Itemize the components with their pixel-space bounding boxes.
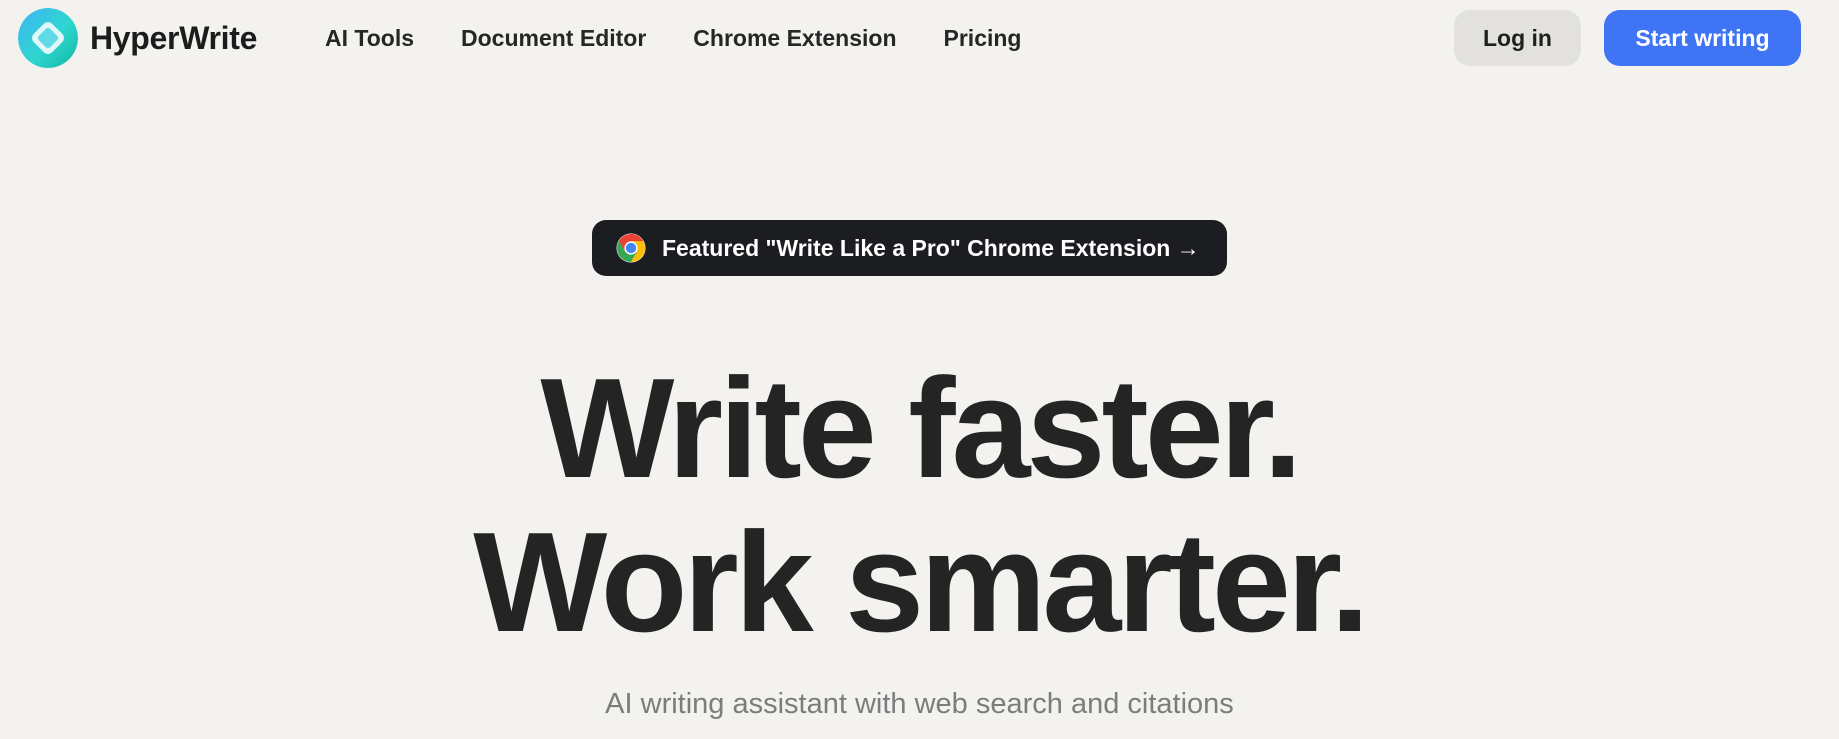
nav-link-pricing[interactable]: Pricing (944, 25, 1022, 52)
top-navigation: HyperWrite AI Tools Document Editor Chro… (0, 0, 1839, 76)
hero-headline: Write faster. Work smarter. (0, 352, 1839, 660)
nav-link-ai-tools[interactable]: AI Tools (325, 25, 414, 52)
start-writing-button[interactable]: Start writing (1604, 10, 1801, 66)
nav-link-chrome-extension[interactable]: Chrome Extension (693, 25, 896, 52)
headline-line-1: Write faster. (540, 349, 1302, 508)
featured-extension-badge[interactable]: Featured "Write Like a Pro" Chrome Exten… (592, 220, 1227, 276)
hyperwrite-logo-icon (18, 8, 78, 68)
home-logo-link[interactable]: HyperWrite (18, 7, 257, 69)
nav-links: AI Tools Document Editor Chrome Extensio… (325, 18, 1021, 58)
brand-name: HyperWrite (90, 19, 258, 56)
badge-text: Featured "Write Like a Pro" Chrome Exten… (662, 234, 1200, 261)
login-button[interactable]: Log in (1454, 10, 1581, 66)
chrome-icon (616, 233, 646, 263)
nav-link-document-editor[interactable]: Document Editor (461, 25, 646, 52)
hero-subheading: AI writing assistant with web search and… (605, 688, 1234, 720)
headline-line-2: Work smarter. (473, 503, 1370, 662)
